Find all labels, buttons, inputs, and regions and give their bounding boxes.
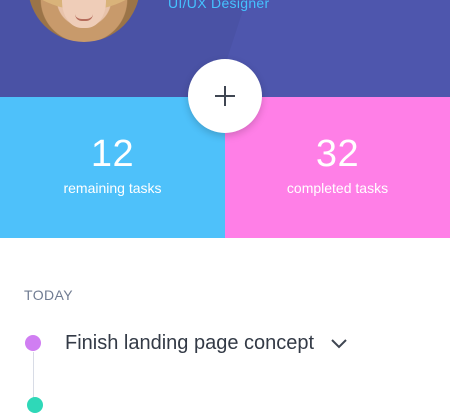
avatar[interactable] bbox=[28, 0, 140, 42]
task-title[interactable]: Finish landing page concept bbox=[65, 332, 314, 355]
remaining-tasks-tile[interactable]: 12 remaining tasks bbox=[0, 97, 225, 238]
remaining-tasks-label: remaining tasks bbox=[63, 180, 162, 196]
plus-icon bbox=[215, 86, 235, 106]
chevron-down-icon[interactable] bbox=[330, 338, 348, 350]
add-task-button[interactable] bbox=[188, 59, 262, 133]
timeline-dot bbox=[25, 335, 41, 351]
section-title-today: TODAY bbox=[24, 287, 73, 303]
remaining-tasks-count: 12 bbox=[90, 133, 135, 175]
profile-role: UI/UX Designer bbox=[168, 0, 270, 11]
completed-tasks-tile[interactable]: 32 completed tasks bbox=[225, 97, 450, 238]
completed-tasks-count: 32 bbox=[315, 133, 360, 175]
timeline-line bbox=[33, 352, 34, 400]
completed-tasks-label: completed tasks bbox=[286, 180, 389, 196]
timeline-dot bbox=[27, 397, 43, 413]
